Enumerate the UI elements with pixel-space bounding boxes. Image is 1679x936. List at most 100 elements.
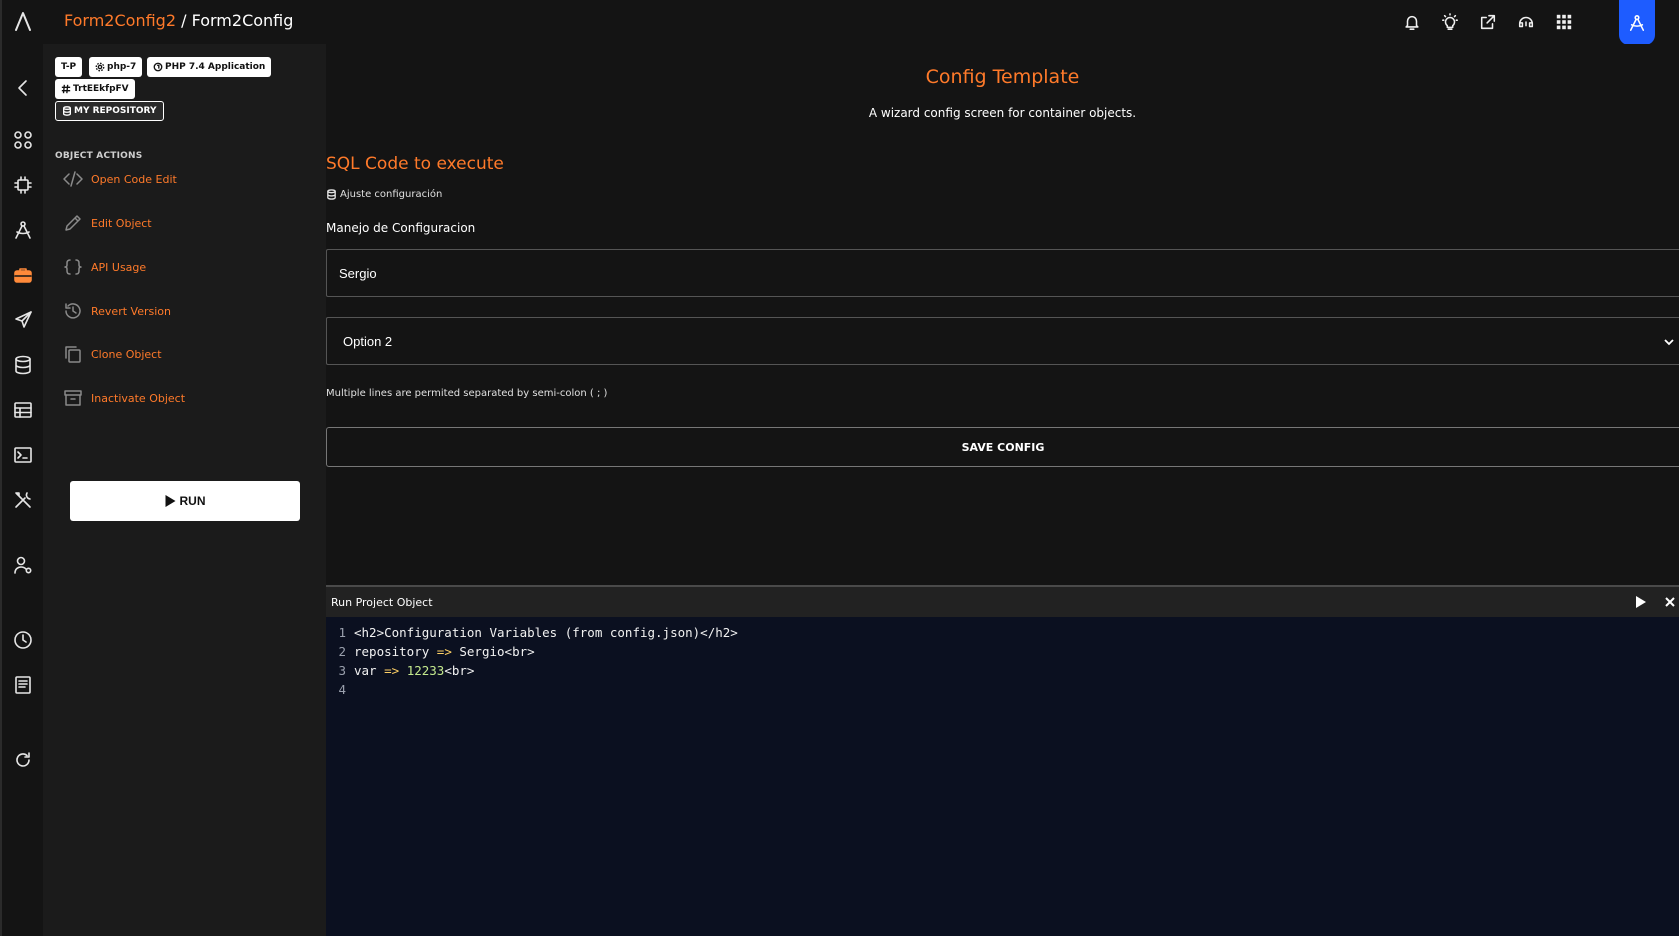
archive-icon [64,390,82,406]
tag-chip: PHP 7.4 Application [147,57,272,77]
user-icon[interactable] [1619,0,1655,45]
tag-chip: php-7 [89,57,143,77]
headset-icon[interactable] [1515,11,1537,33]
copy-icon [65,346,81,363]
close-icon[interactable] [1662,594,1678,610]
repository-label: MY REPOSITORY [74,106,157,116]
share-icon[interactable] [1477,11,1499,33]
code-token: var [354,663,385,678]
action-label: API Usage [91,260,147,274]
object-panel: T-P php-7 PHP 7.4 Application TrtEEkfpFV… [43,44,326,936]
api-usage-action[interactable]: API Usage [63,256,146,278]
page-subtitle: A wizard config screen for container obj… [868,106,1137,120]
line-number: 4 [338,682,346,697]
clone-object-action[interactable]: Clone Object [63,343,162,365]
code-icon [63,171,83,187]
apps-grid-icon[interactable] [1553,11,1575,33]
pencil-icon [65,215,81,231]
book-icon[interactable] [11,673,35,697]
settings-link-label: Ajuste configuración [340,189,443,200]
gear-icon [95,62,105,72]
hash-icon [61,84,71,94]
code-token: 12233 [406,663,445,678]
chip-icon[interactable] [11,173,35,197]
code-token: repository [354,644,437,659]
logo-icon[interactable] [11,9,35,33]
tag-label: PHP 7.4 Application [165,62,266,72]
option-select[interactable]: Option 2 [326,317,1679,365]
lightbulb-icon[interactable] [1439,11,1461,33]
code-line: 4 [326,680,738,699]
circle-info-icon [153,62,163,72]
repository-input[interactable] [326,249,1679,297]
breadcrumb-separator: / [181,11,187,30]
action-label: Revert Version [91,304,171,318]
line-number: 3 [338,663,346,678]
action-label: Edit Object [91,216,152,230]
line-number: 1 [338,625,346,640]
database-icon [63,106,71,116]
action-label: Clone Object [91,347,162,361]
toolbox-icon[interactable] [11,263,35,287]
tools-icon[interactable] [11,488,35,512]
section-title: SQL Code to execute [326,154,504,174]
code-output: 1 <h2>Configuration Variables (from confi… [326,623,738,699]
hash-label: TrtEEkfpFV [73,84,129,94]
run-label: RUN [179,494,206,508]
bell-icon[interactable] [1401,11,1423,33]
run-panel-title: Run Project Object [331,596,433,609]
select-value: Option 2 [343,333,393,349]
database-icon [327,189,336,200]
code-token: <h2>Configuration Variables (from config… [354,625,738,640]
inactivate-object-action[interactable]: Inactivate Object [63,387,185,409]
play-icon[interactable] [1634,595,1648,609]
revert-version-action[interactable]: Revert Version [63,300,171,322]
repository-chip[interactable]: MY REPOSITORY [55,101,164,121]
hint-text: Multiple lines are permited separated by… [326,388,608,399]
code-token: => [436,644,452,659]
table-icon[interactable] [11,398,35,422]
object-actions-heading: OBJECT ACTIONS [55,151,143,161]
open-code-edit-action[interactable]: Open Code Edit [63,168,177,190]
hash-chip: TrtEEkfpFV [55,79,135,99]
field-label: Manejo de Configuracion [326,221,476,235]
deploy-icon[interactable] [11,308,35,332]
tag-label: php-7 [107,62,137,72]
run-panel: Run Project Object 1 <h2>Configuration Va… [326,585,1679,936]
code-line: 1 <h2>Configuration Variables (from confi… [326,623,738,642]
braces-icon [64,259,82,275]
code-token: Sergio<br> [451,644,535,659]
line-number: 2 [338,644,346,659]
tag-chip: T-P [55,57,83,77]
icon-rail [0,0,43,936]
tag-label: T-P [61,62,77,72]
edit-object-action[interactable]: Edit Object [63,212,152,234]
history-icon [65,303,81,319]
run-panel-header: Run Project Object [326,587,1679,617]
breadcrumb-current: Form2Config [191,11,294,30]
page-title: Config Template [925,66,1080,88]
modules-icon[interactable] [11,128,35,152]
breadcrumb-project[interactable]: Form2Config2 [64,11,176,30]
code-token: <br> [444,663,475,678]
dashboard-icon[interactable] [11,628,35,652]
breadcrumb: Form2Config2 / Form2Config [64,11,293,30]
save-config-button[interactable]: SAVE CONFIG [326,427,1679,467]
play-icon [165,495,175,507]
back-icon[interactable] [11,76,35,100]
settings-link[interactable]: Ajuste configuración [326,189,442,200]
terminal-icon[interactable] [11,443,35,467]
config-form: Config Template A wizard config screen f… [326,44,1679,585]
refresh-icon[interactable] [11,748,35,772]
user-settings-icon[interactable] [11,553,35,577]
database-icon[interactable] [11,353,35,377]
chevron-down-icon [1664,339,1674,346]
code-line: 2 repository => Sergio<br> [326,642,738,661]
top-bar: Form2Config2 / Form2Config SV [43,0,1679,45]
code-token: => [384,663,400,678]
action-label: Open Code Edit [91,172,177,186]
run-button[interactable]: RUN [70,481,300,521]
code-line: 3 var => 12233 <br> [326,661,738,680]
compass-icon[interactable] [11,218,35,242]
